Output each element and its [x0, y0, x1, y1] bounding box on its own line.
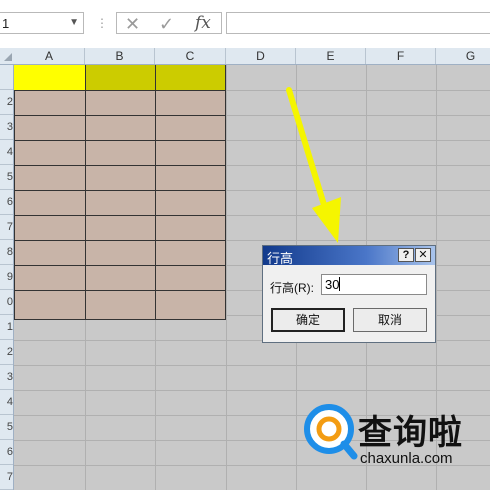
watermark: 查询啦 chaxunla.com: [300, 400, 480, 476]
dialog-title-bar[interactable]: 行高 ? ✕: [263, 246, 435, 266]
row-height-label: 行高(R):: [270, 281, 314, 295]
arrow-shaft: [286, 87, 331, 221]
magnifier-logo-icon: [304, 404, 358, 460]
close-icon[interactable]: ✕: [415, 248, 431, 262]
watermark-url: chaxunla.com: [360, 450, 453, 467]
ok-button[interactable]: 确定: [271, 308, 345, 332]
text-caret: [339, 277, 341, 291]
row-height-value: 30: [325, 277, 340, 292]
dialog-title: 行高: [267, 251, 294, 266]
row-height-dialog: 行高 ? ✕ 行高(R): 30 确定 取消: [262, 245, 436, 343]
help-button[interactable]: ?: [398, 248, 414, 262]
watermark-brand: 查询啦: [358, 413, 463, 453]
cancel-button[interactable]: 取消: [353, 308, 427, 332]
row-height-input[interactable]: 30: [321, 274, 427, 295]
arrow-head: [312, 197, 341, 243]
